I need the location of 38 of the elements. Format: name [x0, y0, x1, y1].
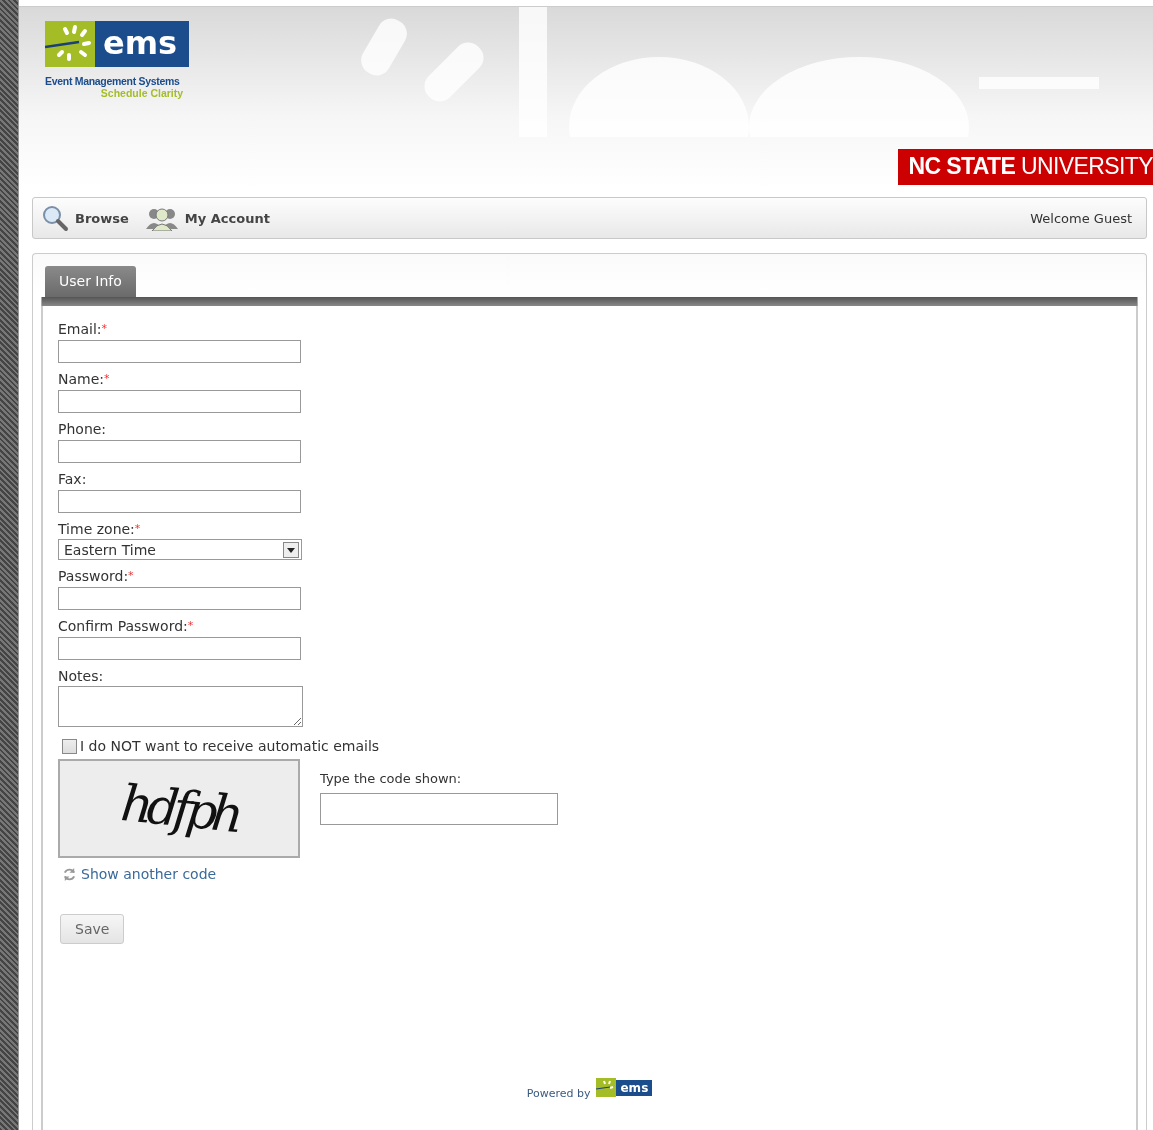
powered-by-text: Powered by: [526, 1087, 591, 1100]
input-field[interactable]: [58, 390, 301, 413]
show-another-code-link[interactable]: Show another code: [62, 866, 217, 882]
input-field[interactable]: [58, 490, 301, 513]
input-field[interactable]: [58, 340, 301, 363]
field-label: Password:*: [58, 567, 135, 585]
nav-link[interactable]: Browse: [41, 204, 129, 232]
search-icon: [41, 204, 69, 232]
captcha-prompt: Type the code shown:: [320, 771, 463, 786]
university-logo: NC STATE UNIVERSITY: [898, 149, 1153, 185]
input-field[interactable]: [58, 587, 301, 610]
captcha-field[interactable]: [320, 793, 558, 825]
field-label: Confirm Password:*: [58, 617, 195, 635]
field-label: Email:*: [58, 320, 109, 338]
sunburst-logo-icon: [596, 1078, 617, 1097]
checkbox[interactable]: [62, 738, 77, 754]
ems-logo: ems: [616, 1079, 653, 1096]
input-field[interactable]: [58, 440, 301, 463]
save-button[interactable]: Save: [60, 914, 125, 944]
input-field[interactable]: [58, 637, 301, 660]
captcha-image: hdfph: [58, 759, 300, 858]
logo-wordmark: ems: [95, 21, 190, 67]
sunburst-logo-icon: [45, 21, 95, 67]
field-label: Fax:: [58, 470, 88, 488]
field-label: Name:*: [58, 370, 111, 388]
timezone-dropdown[interactable]: Eastern Time: [58, 539, 302, 560]
notes-field[interactable]: [58, 686, 303, 727]
field-label: Time zone:*: [58, 520, 142, 538]
logo-tagline: Schedule Clarity: [100, 87, 184, 99]
refresh-icon: [62, 866, 77, 882]
people-icon: [144, 205, 179, 231]
field-label: Phone:: [58, 420, 108, 438]
welcome-text: Welcome Guest: [1030, 210, 1132, 226]
nav-link[interactable]: My Account: [144, 205, 270, 231]
tab[interactable]: User Info: [45, 266, 136, 297]
logo-name: Event Management Systems: [45, 75, 181, 87]
checkbox-label: I do NOT want to receive automatic emails: [80, 738, 380, 754]
field-label: Notes:: [58, 667, 105, 685]
